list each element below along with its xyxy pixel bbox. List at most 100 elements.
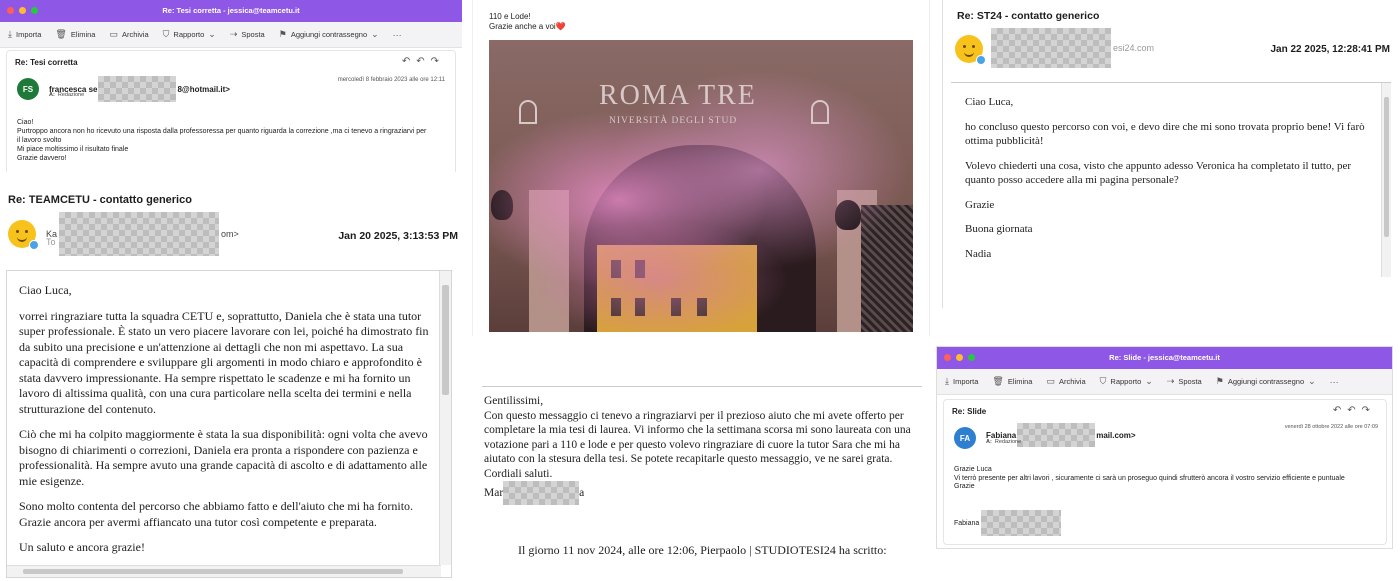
header-divider — [482, 386, 922, 387]
delete-button[interactable]: 🗑 Elimina — [55, 29, 95, 40]
redacted-email — [98, 76, 177, 102]
move-button[interactable]: ⇢ Sposta — [230, 29, 265, 40]
redacted-email — [59, 212, 220, 256]
redacted-email — [1017, 423, 1096, 447]
building-title: ROMA TRE — [599, 80, 757, 111]
trash-icon: 🗑 — [55, 29, 67, 39]
message-subject: Re: ST24 - contatto generico — [957, 10, 1100, 22]
message-body-frame: Ciao Luca, ho concluso questo percorso c… — [951, 82, 1391, 277]
mail-toolbar: ⤓ Importa 🗑 Elimina ▭ Archivia ⛉ Rapporto ⌄ ⇢… — [937, 369, 1392, 395]
report-button[interactable]: ⛉ Rapporto ⌄ — [1100, 376, 1153, 387]
date-label: Jan 22 2025, 12:28:41 PM — [1270, 44, 1390, 55]
recipient-line: A: Redazione — [49, 92, 85, 98]
window-controls[interactable] — [7, 7, 38, 14]
redacted-name — [981, 510, 1062, 536]
logo-right-icon — [811, 100, 829, 124]
to-prefix: To — [46, 237, 56, 247]
message-card: Re: Slide ↶↶↷ FA Fabiana mail.com> vener… — [943, 399, 1387, 545]
archive-icon: ▭ — [1046, 376, 1055, 386]
sender-line: francesca se 8@hotmail.it> — [49, 76, 230, 102]
window-title: Re: Slide - jessica@teamcetu.it — [1109, 353, 1220, 362]
mail-toolbar: ⤓ Importa 🗑 Elimina ▭ Archivia ⛉ Rapporto ⌄ ⇢… — [0, 22, 462, 48]
shield-icon: ⛉ — [1099, 376, 1107, 386]
chevron-down-icon: ⌄ — [208, 29, 216, 39]
reply-actions: ↶↶↷ — [1333, 405, 1376, 416]
reply-icon[interactable]: ↶ — [1333, 405, 1347, 416]
move-button[interactable]: ⇢ Sposta — [1167, 376, 1202, 387]
import-icon: ⤓ — [945, 376, 949, 386]
sender-avatar-icon — [955, 35, 986, 65]
archive-icon: ▭ — [109, 29, 118, 39]
logo-left-icon — [519, 100, 537, 124]
sender-line: esi24.com — [991, 28, 1154, 68]
reply-icon[interactable]: ↶ — [402, 56, 416, 67]
message-subject: Re: TEAMCETU - contatto generico — [8, 194, 192, 206]
trash-icon: 🗑 — [992, 376, 1004, 386]
email-panel-slide: Re: Slide - jessica@teamcetu.it ⤓ Importa… — [936, 346, 1393, 549]
close-window-icon[interactable] — [7, 7, 14, 14]
reply-actions: ↶↶↷ — [402, 56, 445, 67]
email-panel-teamcetu: Re: TEAMCETU - contatto generico Ka om> … — [0, 184, 464, 581]
message-subject: Re: Slide — [952, 407, 987, 416]
redacted-name — [503, 481, 580, 505]
message-body: Ciao Luca, ho concluso questo percorso c… — [965, 96, 1365, 260]
message-subject: Re: Tesi corretta — [15, 58, 78, 67]
more-button[interactable]: ··· — [1330, 377, 1339, 387]
post-caption: 110 e Lode! Grazie anche a voi❤️ — [489, 12, 566, 31]
minimize-window-icon[interactable] — [956, 354, 963, 361]
recipient-line: A: Redazione — [986, 439, 1022, 445]
add-flag-button[interactable]: ⚑ Aggiungi contrassegno ⌄ — [1216, 376, 1316, 387]
chevron-down-icon: ⌄ — [371, 29, 379, 39]
reply-all-icon[interactable]: ↶ — [1347, 405, 1361, 416]
move-icon: ⇢ — [229, 29, 238, 39]
import-button[interactable]: ⤓ Importa — [945, 376, 978, 387]
window-titlebar: Re: Tesi corretta - jessica@teamcetu.it — [0, 0, 462, 22]
heart-icon: ❤️ — [555, 22, 566, 31]
report-button[interactable]: ⛉ Rapporto ⌄ — [163, 29, 216, 40]
window-titlebar: Re: Slide - jessica@teamcetu.it — [937, 347, 1392, 369]
import-icon: ⤓ — [8, 29, 12, 39]
close-window-icon[interactable] — [944, 354, 951, 361]
forward-icon[interactable]: ↷ — [1362, 405, 1376, 416]
message-body-frame: Ciao Luca, vorrei ringraziare tutta la s… — [6, 270, 452, 578]
email-panel-gentilissimi: Gentilissimi, Con questo messaggio ci te… — [472, 380, 930, 581]
date-label: Jan 20 2025, 3:13:53 PM — [338, 230, 458, 242]
avatar: FA — [954, 427, 976, 449]
import-button[interactable]: ⤓ Importa — [8, 29, 41, 40]
horizontal-scrollbar[interactable] — [7, 565, 441, 577]
chevron-down-icon: ⌄ — [1145, 376, 1153, 386]
flag-icon: ⚑ — [278, 29, 287, 39]
reply-all-icon[interactable]: ↶ — [416, 56, 430, 67]
message-body: Gentilissimi, Con questo messaggio ci te… — [484, 394, 928, 505]
archive-button[interactable]: ▭ Archivia — [109, 29, 148, 40]
vertical-scrollbar[interactable] — [439, 271, 451, 565]
window-controls[interactable] — [944, 354, 975, 361]
email-panel-tesi-corretta: Re: Tesi corretta - jessica@teamcetu.it … — [0, 0, 462, 172]
flag-icon: ⚑ — [1215, 376, 1224, 386]
vertical-scrollbar[interactable] — [1381, 83, 1391, 277]
message-body: Ciao Luca, vorrei ringraziare tutta la s… — [19, 283, 429, 554]
email-panel-st24: Re: ST24 - contatto generico esi24.com J… — [942, 0, 1400, 308]
sender-avatar-icon — [8, 220, 39, 250]
zoom-window-icon[interactable] — [968, 354, 975, 361]
date-label: venerdì 28 ottobre 2022 alle ore 07:09 — [1284, 424, 1378, 430]
signature: Fabiana — [954, 510, 1062, 536]
redacted-email — [991, 28, 1111, 68]
zoom-window-icon[interactable] — [31, 7, 38, 14]
date-label: mercoledì 8 febbraio 2023 alle ore 12:11 — [337, 77, 445, 83]
avatar: FS — [17, 78, 39, 100]
shield-icon: ⛉ — [162, 29, 170, 39]
delete-button[interactable]: 🗑 Elimina — [992, 376, 1032, 387]
message-card: Re: Tesi corretta ↶↶↷ FS francesca se 8@… — [6, 50, 456, 172]
photo-roma-tre: ROMA TRE NIVERSITÀ DEGLI STUD — [489, 40, 913, 332]
forward-icon[interactable]: ↷ — [431, 56, 445, 67]
minimize-window-icon[interactable] — [19, 7, 26, 14]
archive-button[interactable]: ▭ Archivia — [1046, 376, 1085, 387]
add-flag-button[interactable]: ⚑ Aggiungi contrassegno ⌄ — [279, 29, 379, 40]
move-icon: ⇢ — [1166, 376, 1175, 386]
chevron-down-icon: ⌄ — [1308, 376, 1316, 386]
window-title: Re: Tesi corretta - jessica@teamcetu.it — [162, 6, 300, 15]
building-subtitle: NIVERSITÀ DEGLI STUD — [609, 116, 738, 126]
more-button[interactable]: ··· — [393, 30, 402, 40]
quote-header: Il giorno 11 nov 2024, alle ore 12:06, P… — [518, 543, 887, 557]
